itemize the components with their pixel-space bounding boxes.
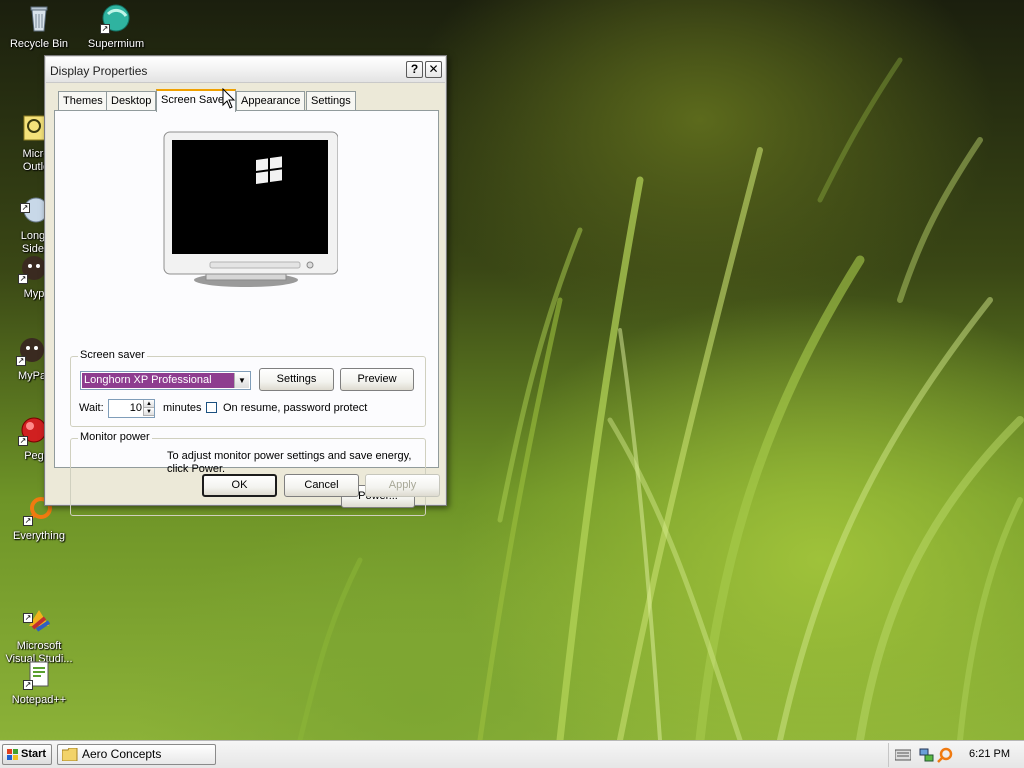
- cancel-button[interactable]: Cancel: [284, 474, 359, 497]
- desktop-icon-label: Notepad++: [11, 694, 67, 706]
- wait-label: Wait:: [79, 402, 104, 414]
- start-button[interactable]: Start: [2, 744, 52, 765]
- desktop-icon-label: Recycle Bin: [9, 38, 69, 50]
- search-icon[interactable]: [937, 747, 953, 763]
- windows-logo-icon: [7, 749, 18, 760]
- desktop-icon-supermium[interactable]: ↗ Supermium: [78, 2, 154, 51]
- shortcut-arrow-icon: ↗: [23, 613, 33, 623]
- desktop-icon-notepadpp[interactable]: ↗ Notepad++: [1, 658, 77, 707]
- minutes-label: minutes: [163, 402, 202, 414]
- ok-button[interactable]: OK: [202, 474, 277, 497]
- display-properties-window: Display Properties ? ✕ Themes Desktop Sc…: [44, 55, 447, 516]
- screen-saver-group-label: Screen saver: [78, 349, 147, 361]
- help-button[interactable]: ?: [406, 61, 423, 78]
- keyboard-icon[interactable]: [895, 749, 911, 761]
- shortcut-arrow-icon: ↗: [16, 356, 26, 366]
- monitor-preview: [163, 131, 338, 287]
- shortcut-arrow-icon: ↗: [20, 203, 30, 213]
- screen-saver-selected-value: Longhorn XP Professional: [82, 373, 234, 388]
- title-bar[interactable]: Display Properties ? ✕: [46, 57, 445, 83]
- shortcut-arrow-icon: ↗: [18, 436, 28, 446]
- chevron-down-icon[interactable]: ▼: [143, 408, 154, 416]
- screen-saver-settings-button[interactable]: Settings: [259, 368, 334, 391]
- start-label: Start: [21, 748, 47, 760]
- wait-minutes-stepper[interactable]: 10 ▲ ▼: [108, 399, 155, 418]
- window-title: Display Properties: [50, 64, 148, 78]
- clock[interactable]: 6:21 PM: [969, 748, 1010, 760]
- shortcut-arrow-icon: ↗: [18, 274, 28, 284]
- taskbar: Start Aero Concepts 6:21 PM: [0, 740, 1024, 768]
- monitor-power-group-label: Monitor power: [78, 431, 152, 443]
- mouse-cursor-icon: [222, 88, 236, 109]
- network-icon[interactable]: [919, 747, 935, 763]
- shortcut-arrow-icon: ↗: [23, 680, 33, 690]
- desktop-icon-label: Everything: [13, 530, 65, 542]
- chevron-up-icon[interactable]: ▲: [143, 400, 154, 408]
- password-protect-label[interactable]: On resume, password protect: [223, 402, 367, 414]
- screen-saver-preview-button[interactable]: Preview: [340, 368, 414, 391]
- tab-settings[interactable]: Settings: [306, 91, 356, 111]
- tab-appearance[interactable]: Appearance: [236, 91, 306, 111]
- apply-button[interactable]: Apply: [365, 474, 440, 497]
- taskbar-item-label: Aero Concepts: [82, 747, 162, 761]
- desktop-icon-label: Supermium: [87, 38, 145, 50]
- screen-saver-select[interactable]: Longhorn XP Professional ▼: [80, 371, 251, 390]
- stepper-arrows[interactable]: ▲ ▼: [143, 400, 154, 417]
- desktop-icon-recycle-bin[interactable]: Recycle Bin: [1, 2, 77, 51]
- visual-studio-icon: ↗: [23, 591, 55, 632]
- notepad-plus-plus-icon: ↗: [23, 658, 55, 690]
- system-tray: 6:21 PM: [888, 743, 1024, 767]
- shortcut-arrow-icon: ↗: [100, 24, 110, 34]
- folder-icon: [62, 748, 78, 761]
- shortcut-arrow-icon: ↗: [23, 516, 33, 526]
- chevron-down-icon[interactable]: ▼: [234, 373, 249, 388]
- tab-themes[interactable]: Themes: [58, 91, 108, 111]
- screen-saver-group: Screen saver Longhorn XP Professional ▼ …: [70, 349, 426, 427]
- tab-desktop[interactable]: Desktop: [106, 91, 157, 111]
- recycle-bin-icon: [23, 2, 55, 34]
- taskbar-item-aero-concepts[interactable]: Aero Concepts: [57, 744, 216, 765]
- supermium-icon: ↗: [100, 2, 132, 34]
- screen-saver-panel: Screen saver Longhorn XP Professional ▼ …: [54, 110, 439, 516]
- wait-minutes-value: 10: [129, 402, 142, 414]
- monitor-power-description: To adjust monitor power settings and sav…: [167, 450, 412, 475]
- close-button[interactable]: ✕: [425, 61, 442, 78]
- password-protect-checkbox[interactable]: [206, 402, 217, 413]
